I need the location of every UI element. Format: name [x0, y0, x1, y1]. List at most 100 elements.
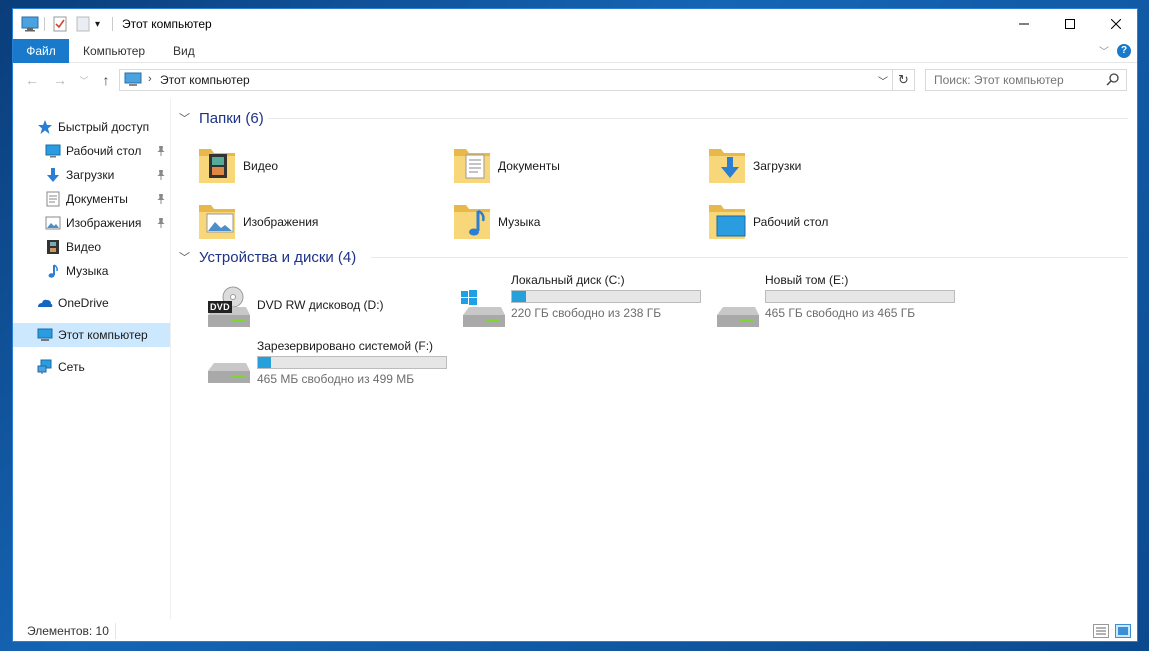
star-icon [38, 120, 52, 134]
downloads-folder-icon [707, 145, 747, 187]
drive-tile-e[interactable]: Новый том (E:) 465 ГБ свободно из 465 ГБ [714, 273, 955, 331]
collapse-chevron-icon[interactable]: ﹀ [179, 110, 191, 126]
drive-usage-bar [257, 356, 447, 369]
video-icon [47, 240, 59, 254]
system-drive-icon [461, 290, 505, 327]
large-icons-view-icon[interactable] [1115, 624, 1131, 638]
help-button[interactable]: ? [1117, 44, 1131, 58]
sidebar-item-onedrive[interactable]: OneDrive [13, 291, 170, 315]
sidebar-item-label: Изображения [66, 216, 142, 230]
sidebar-item-label: Рабочий стол [66, 144, 142, 158]
sidebar-item-video[interactable]: Видео [13, 235, 170, 259]
collapse-chevron-icon[interactable]: ﹀ [179, 249, 191, 265]
onedrive-icon [38, 299, 53, 307]
documents-icon [46, 191, 60, 207]
group-header-folders[interactable]: ﹀ Папки (6) [179, 107, 264, 129]
sidebar-item-pictures[interactable]: Изображения [13, 211, 170, 235]
forward-button[interactable]: → [49, 69, 71, 91]
group-header-devices[interactable]: ﹀ Устройства и диски (4) [179, 246, 356, 268]
drive-free-space: 465 МБ свободно из 499 МБ [257, 372, 415, 386]
drive-label: Зарезервировано системой (F:) [257, 339, 434, 353]
drive-label: Локальный диск (C:) [511, 273, 625, 287]
qa-customize-icon[interactable]: ▾ [95, 14, 100, 34]
sidebar-item-network[interactable]: Сеть [13, 355, 170, 379]
desktop-icon [45, 144, 61, 158]
recent-locations-button[interactable]: ﹀ [73, 69, 95, 91]
drive-tile-dvd[interactable]: DVD DVD RW дисковод (D:) [205, 285, 445, 333]
minimize-button[interactable] [1001, 9, 1047, 39]
address-dropdown-icon[interactable]: ﹀ [878, 73, 888, 88]
drive-tile-c[interactable]: Локальный диск (C:) 220 ГБ свободно из 2… [460, 273, 701, 331]
app-computer-icon[interactable] [21, 14, 39, 34]
folder-tile-pictures[interactable]: Изображения [197, 201, 318, 243]
maximize-icon [1065, 19, 1075, 29]
group-header-label: Устройства и диски (4) [199, 248, 357, 266]
tab-view[interactable]: Вид [161, 39, 207, 63]
refresh-button[interactable]: ↻ [892, 70, 914, 90]
back-button[interactable]: ← [21, 69, 43, 91]
sidebar-item-label: Документы [66, 192, 128, 206]
ribbon-tabs: Файл Компьютер Вид ﹀ ? [13, 39, 1137, 63]
pin-icon[interactable] [156, 217, 166, 229]
sidebar-item-this-pc[interactable]: Этот компьютер [13, 323, 170, 347]
tab-computer[interactable]: Компьютер [71, 39, 157, 63]
folder-label: Загрузки [753, 159, 802, 173]
folder-label: Документы [498, 159, 560, 173]
drive-free-space: 220 ГБ свободно из 238 ГБ [511, 306, 662, 320]
documents-folder-icon [452, 145, 492, 187]
address-bar[interactable]: › Этот компьютер ﹀ ↻ [119, 69, 915, 91]
navigation-bar: ← → ﹀ ↑ › Этот компьютер ﹀ ↻ [13, 67, 1137, 93]
sidebar-item-documents[interactable]: Документы [13, 187, 170, 211]
title-bar: ▾ Этот компьютер [13, 9, 1137, 39]
pin-icon[interactable] [156, 193, 166, 205]
music-folder-icon [452, 201, 492, 243]
up-button[interactable]: ↑ [95, 69, 117, 91]
navigation-pane: Быстрый доступ Рабочий стол Загрузки Док… [13, 99, 171, 619]
maximize-button[interactable] [1047, 9, 1093, 39]
network-icon [37, 359, 52, 374]
close-button[interactable] [1093, 9, 1137, 39]
new-folder-icon[interactable] [76, 14, 90, 34]
drive-usage-bar [511, 290, 701, 303]
search-icon[interactable] [1106, 72, 1120, 86]
tab-file[interactable]: Файл [13, 39, 69, 63]
desktop-folder-icon [707, 201, 747, 243]
breadcrumb-chevron-icon[interactable]: › [148, 73, 152, 85]
item-count: Элементов: 10 [27, 624, 109, 638]
computer-icon [37, 328, 53, 341]
sidebar-item-downloads[interactable]: Загрузки [13, 163, 170, 187]
ribbon-expand-icon[interactable]: ﹀ [1099, 43, 1109, 58]
folder-label: Видео [243, 159, 279, 173]
drive-label: DVD RW дисковод (D:) [257, 298, 384, 312]
folder-tile-desktop[interactable]: Рабочий стол [707, 201, 828, 243]
explorer-window: ▾ Этот компьютер Файл Компьютер Вид ﹀ ? … [12, 8, 1138, 642]
status-bar: Элементов: 10 [13, 619, 1137, 641]
computer-icon [124, 72, 142, 86]
music-icon [48, 264, 58, 278]
pin-icon[interactable] [156, 145, 166, 157]
search-input[interactable] [925, 69, 1127, 91]
pictures-icon [45, 216, 61, 230]
folder-label: Музыка [498, 215, 541, 229]
folder-label: Рабочий стол [753, 215, 829, 229]
drive-usage-fill [512, 291, 527, 302]
drive-tile-f[interactable]: Зарезервировано системой (F:) 465 МБ сво… [205, 337, 465, 387]
folder-tile-documents[interactable]: Документы [452, 145, 560, 187]
details-view-icon[interactable] [1093, 624, 1109, 638]
pin-icon[interactable] [156, 169, 166, 181]
group-header-label: Папки (6) [199, 109, 264, 127]
sidebar-item-music[interactable]: Музыка [13, 259, 170, 283]
drive-free-space: 465 ГБ свободно из 465 ГБ [765, 306, 916, 320]
folder-tile-music[interactable]: Музыка [452, 201, 540, 243]
breadcrumb-item[interactable]: Этот компьютер [160, 73, 250, 87]
properties-icon[interactable] [53, 14, 67, 34]
sidebar-item-quick-access[interactable]: Быстрый доступ [13, 115, 170, 139]
folder-tile-video[interactable]: Видео [197, 145, 278, 187]
folder-label: Изображения [243, 215, 319, 229]
minimize-icon [1019, 23, 1029, 25]
download-icon [47, 168, 59, 182]
folder-tile-downloads[interactable]: Загрузки [707, 145, 801, 187]
sidebar-item-label: Видео [66, 240, 102, 254]
drive-usage-fill [258, 357, 271, 368]
sidebar-item-desktop[interactable]: Рабочий стол [13, 139, 170, 163]
